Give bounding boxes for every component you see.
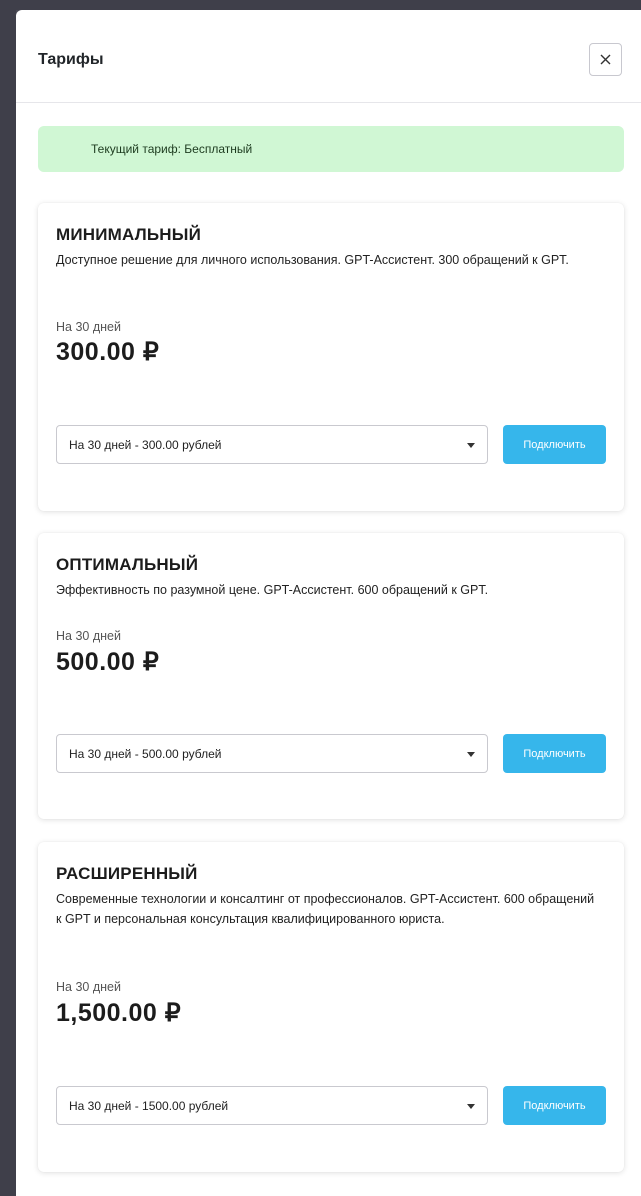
plan-card-extended: РАСШИРЕННЫЙ Современные технологии и кон… bbox=[38, 842, 624, 1172]
plan-card-minimal: МИНИМАЛЬНЫЙ Доступное решение для личног… bbox=[38, 203, 624, 511]
plan-title: МИНИМАЛЬНЫЙ bbox=[56, 225, 202, 244]
plan-period: На 30 дней bbox=[56, 629, 121, 643]
plan-title: ОПТИМАЛЬНЫЙ bbox=[56, 555, 199, 574]
close-button[interactable] bbox=[589, 43, 622, 76]
select-value: На 30 дней - 1500.00 рублей bbox=[69, 1098, 229, 1113]
caret-down-icon bbox=[467, 443, 475, 448]
plan-period: На 30 дней bbox=[56, 320, 121, 334]
plan-period-select[interactable]: На 30 дней - 1500.00 рублей bbox=[56, 1086, 488, 1125]
subscribe-button[interactable]: Подключить bbox=[503, 425, 606, 464]
close-icon bbox=[600, 54, 611, 65]
plan-description: Современные технологии и консалтинг от п… bbox=[56, 892, 595, 926]
plan-period: На 30 дней bbox=[56, 980, 121, 994]
plan-price: 1,500.00 ₽ bbox=[56, 999, 182, 1027]
plan-price: 500.00 ₽ bbox=[56, 648, 160, 676]
caret-down-icon bbox=[467, 752, 475, 757]
backdrop bbox=[0, 0, 641, 10]
select-value: На 30 дней - 300.00 рублей bbox=[69, 437, 222, 452]
plan-card-optimal: ОПТИМАЛЬНЫЙ Эффективность по разумной це… bbox=[38, 533, 624, 819]
plan-title: РАСШИРЕННЫЙ bbox=[56, 864, 198, 883]
caret-down-icon bbox=[467, 1104, 475, 1109]
modal-title: Тарифы bbox=[38, 51, 104, 68]
modal-header: Тарифы bbox=[16, 10, 641, 103]
plan-period-select[interactable]: На 30 дней - 300.00 рублей bbox=[56, 425, 488, 464]
current-plan-text: Текущий тариф: Бесплатный bbox=[91, 142, 253, 156]
subscribe-button[interactable]: Подключить bbox=[503, 734, 606, 773]
subscribe-button[interactable]: Подключить bbox=[503, 1086, 606, 1125]
select-value: На 30 дней - 500.00 рублей bbox=[69, 746, 222, 761]
tariffs-modal: Тарифы Текущий тариф: Бесплатный МИНИМАЛ… bbox=[16, 10, 641, 1196]
current-plan-alert: Текущий тариф: Бесплатный bbox=[38, 126, 624, 172]
plan-description: Эффективность по разумной цене. GPT-Асси… bbox=[56, 583, 489, 597]
plan-period-select[interactable]: На 30 дней - 500.00 рублей bbox=[56, 734, 488, 773]
plan-price: 300.00 ₽ bbox=[56, 338, 160, 366]
backdrop-side bbox=[0, 0, 16, 1196]
plan-description: Доступное решение для личного использова… bbox=[56, 253, 569, 267]
